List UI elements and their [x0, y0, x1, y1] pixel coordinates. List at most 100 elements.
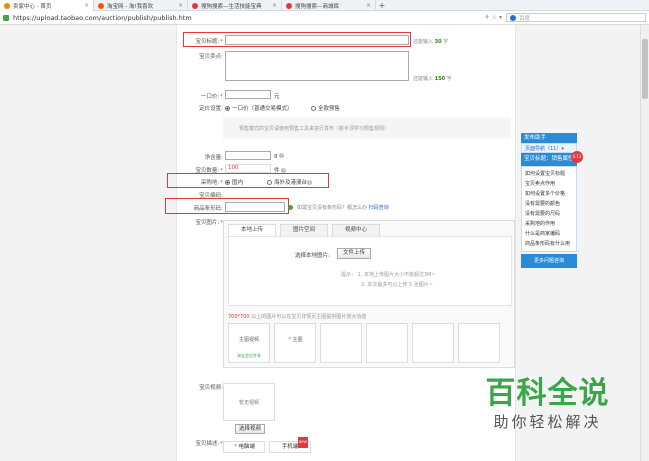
thumb-slot[interactable] [366, 323, 408, 363]
pricing-option-presale[interactable]: 全款预售 [311, 104, 340, 112]
watermark-main: 百科全说 [485, 376, 610, 411]
selling-textarea[interactable] [225, 51, 409, 81]
radio-icon [267, 180, 272, 185]
thumb-main-video[interactable]: 主图视频 淘宝会员专享 [228, 323, 270, 363]
desc-label: 宝贝描述:* [195, 441, 223, 447]
thumb-slot[interactable] [320, 323, 362, 363]
pricing-tip: 预售模式的宝贝请使用预售工具来进行发布（新手须学习预售规则） [223, 117, 511, 139]
close-icon[interactable]: × [272, 2, 277, 9]
upload-panel: 选择本地图片: 文件上传 提示： 1. 本地上传图片大小不能超过3M~ 2. 本… [228, 236, 512, 306]
tab-image-space[interactable]: 图片空间 [280, 224, 328, 236]
barcode-hint: 如需宝贝没有条形码？都怎么办 扫码查询 [297, 205, 389, 211]
help-badge: 0.13 [571, 151, 583, 163]
help-item[interactable]: 没有需要的尺码 [525, 209, 573, 219]
address-actions: ⚘ ☆ ▾ 百度 [484, 13, 646, 22]
thumb-1-label: 主图视频 [238, 337, 259, 343]
file-upload-button[interactable]: 文件上传 [337, 248, 371, 259]
browser-tab-0[interactable]: 卖家中心 - 首页 × [0, 0, 94, 11]
selling-hint: 还能输入 150 字 [413, 76, 452, 82]
scrollbar-thumb[interactable] [642, 39, 648, 99]
tab-favicon-icon [192, 2, 198, 9]
vertical-scrollbar[interactable] [640, 25, 649, 461]
barcode-link[interactable]: 扫码查询 [369, 205, 389, 211]
video-label: 宝贝视频: [199, 385, 223, 391]
origin-option-domestic[interactable]: 国内 [225, 178, 243, 186]
highlight-box-title [183, 32, 411, 47]
help-item[interactable]: 没有需要的颜色 [525, 199, 573, 209]
help-nav-dropdown[interactable]: 页面导航（11）▾ [521, 143, 577, 153]
tab-title: 卖家中心 - 首页 [13, 3, 52, 10]
thumb-2-label: * 主图 [288, 337, 303, 343]
help-icon: ? [279, 153, 285, 158]
origin-option-overseas[interactable]: 海外及港澳台? [267, 178, 313, 186]
close-icon[interactable]: × [84, 2, 89, 9]
thumbs-note: 700*700 以上的图片可以在宝贝详情页主图提供图片放大功能 [228, 314, 367, 320]
browser-tab-2[interactable]: 搜狗搜索—生活技能宝典 × [188, 0, 282, 11]
barcode-input[interactable] [225, 202, 285, 212]
tab-favicon-icon [286, 2, 292, 9]
image-uploader: 本地上传 图片空间 视频中心 选择本地图片: 文件上传 提示： 1. 本地上传图… [223, 220, 515, 368]
thumb-slot[interactable] [412, 323, 454, 363]
upload-tabs: 本地上传 图片空间 视频中心 [228, 224, 384, 236]
pricing-option-fixed[interactable]: 一口价（普通交易模式） [225, 104, 293, 112]
tab-video-center[interactable]: 视频中心 [332, 224, 380, 236]
bookmark-star-icon[interactable]: ⚘ ☆ ▾ [484, 14, 502, 21]
close-icon[interactable]: × [366, 2, 371, 9]
upload-select-label: 选择本地图片: [295, 253, 330, 259]
title-hint: 还能输入 30 字 [413, 39, 449, 45]
image-label: 宝贝图片:* [195, 220, 223, 226]
baidu-icon [510, 14, 516, 21]
desc-tabs: * 电脑端 手机端 NEW [223, 437, 311, 453]
video-placeholder: 暂无视频 [223, 383, 275, 421]
thumb-1-sub: 淘宝会员专享 [237, 353, 261, 358]
tab-desc-mobile[interactable]: 手机端 NEW [269, 437, 311, 453]
help-item[interactable]: 如何设置宝贝标题 [525, 169, 573, 179]
url-field[interactable]: https://upload.taobao.com/auction/publis… [13, 14, 484, 22]
qty-input[interactable]: 100 [225, 164, 271, 173]
tab-desc-pc[interactable]: * 电脑端 [223, 441, 265, 453]
price-label: 一口价:* [200, 94, 223, 100]
search-placeholder: 百度 [519, 15, 531, 22]
thumb-main-image[interactable]: * 主图 [274, 323, 316, 363]
close-icon[interactable]: × [178, 2, 183, 9]
browser-tab-3[interactable]: 搜狗搜索—商城辉 × [282, 0, 376, 11]
help-item[interactable]: 如何设置多个价格 [525, 189, 573, 199]
select-video-button[interactable]: 选择视频 [235, 424, 265, 434]
browser-tab-bar: 卖家中心 - 首页 × 淘宝网 - 淘!我喜欢 × 搜狗搜索—生活技能宝典 × 搜狗搜… [0, 0, 649, 11]
net-unit: g ? [274, 153, 285, 159]
help-item[interactable]: 采购地的作用 [525, 219, 573, 229]
radio-icon [311, 106, 316, 111]
browser-tab-1[interactable]: 淘宝网 - 淘!我喜欢 × [94, 0, 188, 11]
price-unit: 元 [274, 94, 280, 100]
tab-favicon-icon [4, 2, 10, 9]
help-selected-item[interactable]: 宝贝标题：销售属性 0.13 [521, 151, 583, 166]
radio-checked-icon [225, 106, 230, 111]
page-content: 宝贝标题:* 还能输入 30 字 宝贝卖点: 还能输入 150 字 一口价:* … [0, 25, 649, 461]
help-list: 如何设置宝贝标题 宝贝卖点作用 如何设置多个价格 没有需要的颜色 没有需要的尺码… [521, 166, 577, 252]
tab-title: 搜狗搜索—商城辉 [295, 3, 340, 10]
pricing-label: 定价设置: [199, 106, 223, 112]
watermark-logo: 百科全说 助你轻松解决 [460, 377, 635, 457]
tab-local-upload[interactable]: 本地上传 [228, 224, 276, 236]
search-input[interactable]: 百度 [506, 13, 646, 22]
watermark-sub: 助你轻松解决 [493, 413, 602, 431]
new-tab-button[interactable]: + [376, 0, 388, 10]
tab-favicon-icon [98, 2, 104, 9]
price-input[interactable] [225, 90, 271, 99]
tab-title: 搜狗搜索—生活技能宝典 [201, 3, 262, 10]
help-item[interactable]: 商品条形码有什么用 [525, 239, 573, 249]
more-help-button[interactable]: 更多问题咨询 [521, 254, 577, 268]
help-item[interactable]: 什么是商家编码 [525, 229, 573, 239]
help-icon: ? [307, 180, 313, 185]
thumb-slot[interactable] [458, 323, 500, 363]
address-bar: https://upload.taobao.com/auction/publis… [0, 11, 649, 25]
new-badge: NEW [297, 437, 308, 448]
help-item[interactable]: 宝贝卖点作用 [525, 179, 573, 189]
tab-title: 淘宝网 - 淘!我喜欢 [107, 3, 154, 10]
net-input[interactable] [225, 151, 271, 160]
upload-tip-1: 提示： 1. 本地上传图片大小不能超过3M~ [341, 272, 436, 278]
selling-label: 宝贝卖点: [199, 54, 223, 60]
net-label: 净含量: [204, 155, 223, 161]
upload-tip-2: 2. 本次最多可以上传 5 张图片~ [361, 282, 433, 288]
lock-icon [3, 14, 9, 21]
